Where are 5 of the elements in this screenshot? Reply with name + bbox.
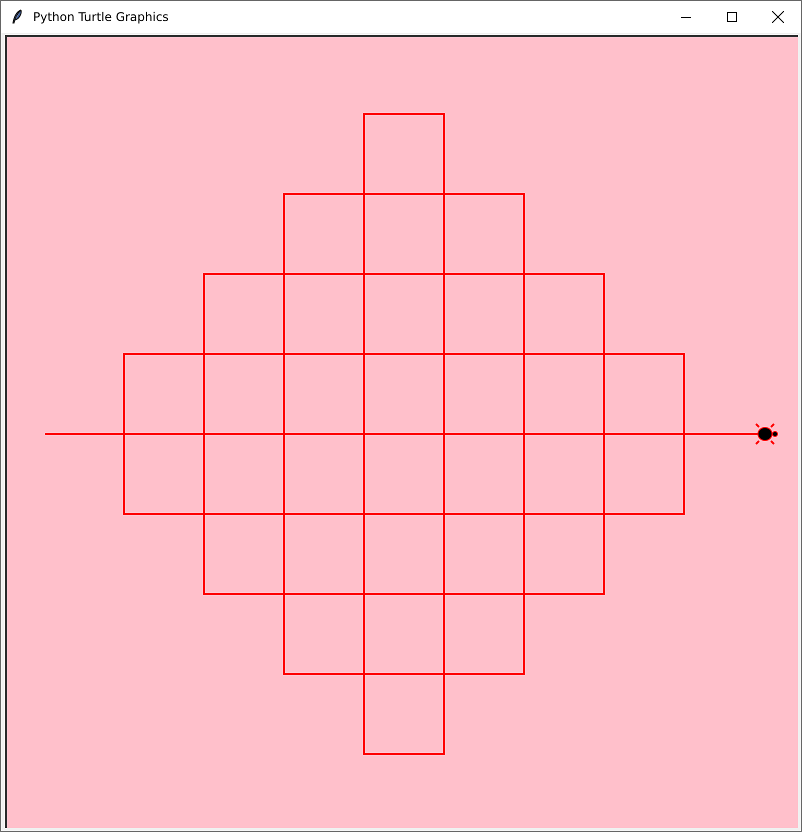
close-icon — [772, 11, 784, 23]
window-title: Python Turtle Graphics — [33, 10, 169, 24]
feather-icon — [11, 9, 23, 25]
maximize-icon — [727, 12, 737, 22]
turtle-icon — [755, 423, 778, 445]
